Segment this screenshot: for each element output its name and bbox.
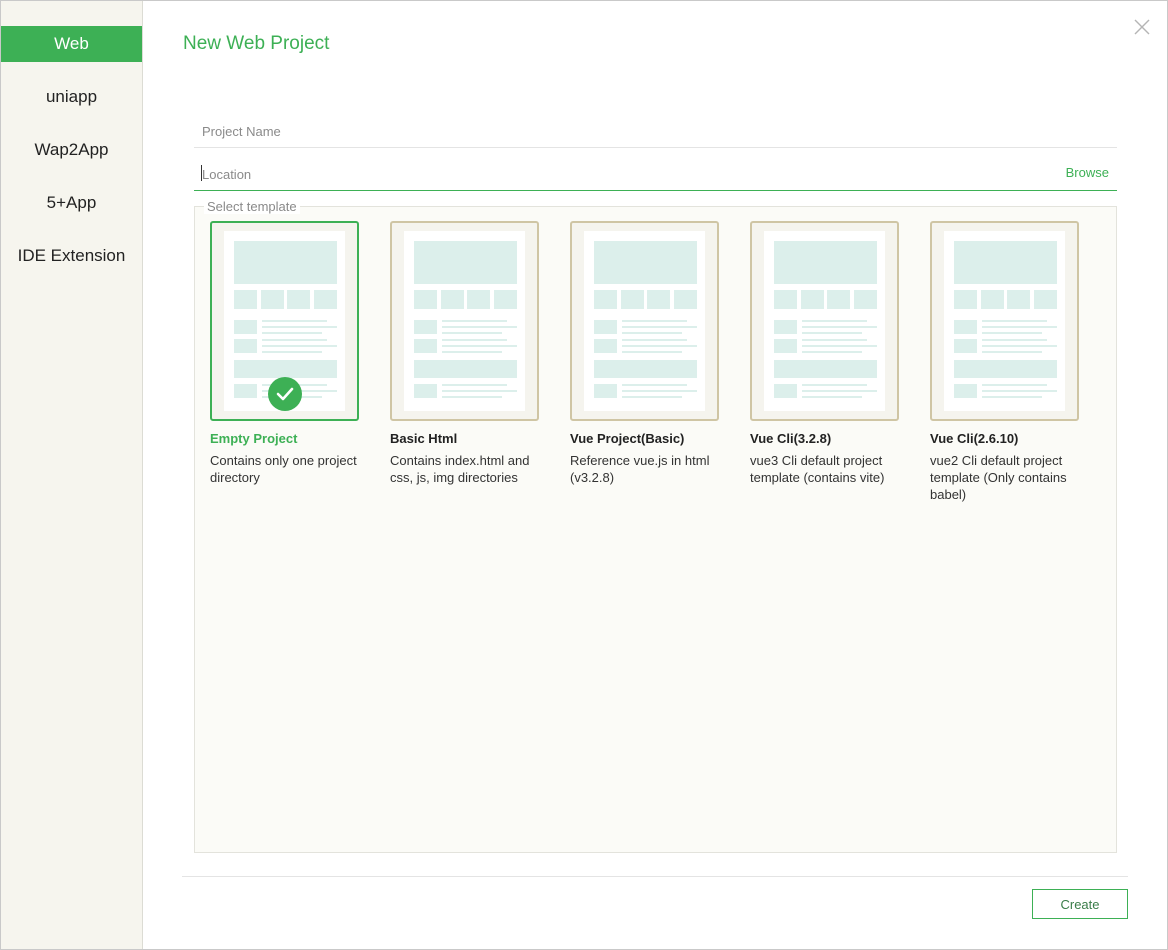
page-preview-icon bbox=[764, 231, 885, 411]
sidebar: Web uniapp Wap2App 5+App IDE Extension bbox=[1, 1, 143, 949]
template-name: Vue Cli(3.2.8) bbox=[750, 431, 832, 446]
template-card-basic-html[interactable]: Basic Html Contains index.html and css, … bbox=[390, 221, 540, 485]
template-name: Empty Project bbox=[210, 431, 298, 446]
template-description: vue3 Cli default project template (conta… bbox=[750, 453, 885, 485]
project-name-field[interactable]: Project Name bbox=[194, 106, 1117, 148]
template-name: Vue Cli(2.6.10) bbox=[930, 431, 1019, 446]
footer-divider bbox=[182, 876, 1128, 877]
page-preview-icon bbox=[944, 231, 1065, 411]
page-preview-icon bbox=[404, 231, 525, 411]
location-field[interactable]: Location Browse bbox=[194, 149, 1117, 191]
page-preview-icon bbox=[584, 231, 705, 411]
template-description: Contains index.html and css, js, img dir… bbox=[390, 453, 530, 485]
template-description: Reference vue.js in html (v3.2.8) bbox=[570, 453, 710, 485]
template-card-vue-cli-2[interactable]: Vue Cli(2.6.10) vue2 Cli default project… bbox=[930, 221, 1080, 502]
template-card-empty-project[interactable]: Empty Project Contains only one project … bbox=[210, 221, 360, 485]
template-card-vue-cli-3[interactable]: Vue Cli(3.2.8) vue3 Cli default project … bbox=[750, 221, 900, 485]
browse-link[interactable]: Browse bbox=[1066, 165, 1109, 180]
close-button[interactable] bbox=[1132, 17, 1152, 37]
sidebar-item-ide-extension[interactable]: IDE Extension bbox=[1, 238, 142, 274]
template-thumbnail bbox=[570, 221, 719, 421]
sidebar-item-wap2app[interactable]: Wap2App bbox=[1, 132, 142, 168]
template-thumbnail bbox=[750, 221, 899, 421]
checkmark-icon bbox=[268, 377, 302, 411]
new-project-dialog: Web uniapp Wap2App 5+App IDE Extension N… bbox=[0, 0, 1168, 950]
page-title: New Web Project bbox=[183, 33, 330, 54]
close-icon bbox=[1134, 19, 1150, 35]
project-name-placeholder: Project Name bbox=[202, 124, 281, 139]
template-description: Contains only one project directory bbox=[210, 453, 357, 485]
create-button[interactable]: Create bbox=[1032, 889, 1128, 919]
sidebar-item-web[interactable]: Web bbox=[1, 26, 142, 62]
template-name: Vue Project(Basic) bbox=[570, 431, 685, 446]
template-thumbnail bbox=[930, 221, 1079, 421]
sidebar-item-5plusapp[interactable]: 5+App bbox=[1, 185, 142, 221]
template-card-vue-project-basic[interactable]: Vue Project(Basic) Reference vue.js in h… bbox=[570, 221, 720, 485]
sidebar-item-uniapp[interactable]: uniapp bbox=[1, 79, 142, 115]
location-placeholder: Location bbox=[202, 167, 252, 182]
template-description: vue2 Cli default project template (Only … bbox=[930, 453, 1067, 502]
template-thumbnail bbox=[390, 221, 539, 421]
template-name: Basic Html bbox=[390, 431, 458, 446]
template-group-legend: Select template bbox=[204, 199, 300, 214]
template-thumbnail bbox=[210, 221, 359, 421]
